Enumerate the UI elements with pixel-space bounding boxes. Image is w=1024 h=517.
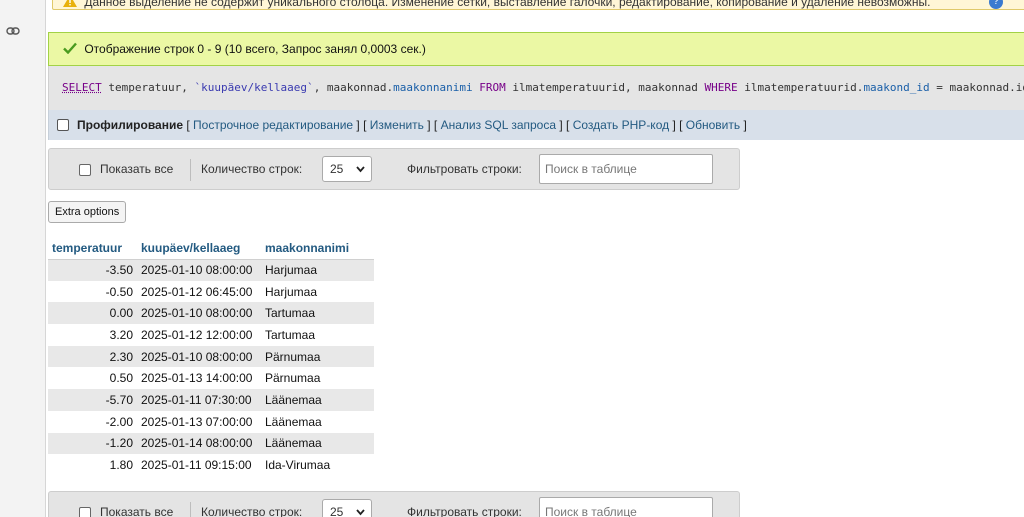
sql-field: maakond_id <box>863 81 930 94</box>
table-row: -0.50 2025-01-12 06:45:00 Harjumaa <box>48 280 374 303</box>
extra-options-button[interactable]: Extra options <box>48 201 127 223</box>
cell-county: Ida-Virumaa <box>261 454 374 476</box>
cell-datetime: 2025-01-11 09:15:00 <box>137 454 261 476</box>
sql-part: = maakonnad.id <box>929 81 1024 94</box>
cell-county: Harjumaa <box>261 259 374 281</box>
cell-temperatuur: 3.20 <box>48 324 137 346</box>
cell-datetime: 2025-01-14 08:00:00 <box>137 432 261 455</box>
cell-datetime: 2025-01-13 07:00:00 <box>137 410 261 433</box>
cell-datetime: 2025-01-13 14:00:00 <box>137 367 261 390</box>
cell-county: Läänemaa <box>261 389 374 411</box>
table-row: 2.30 2025-01-10 08:00:00 Pärnumaa <box>48 345 374 368</box>
divider <box>190 502 191 517</box>
cell-county: Pärnumaa <box>261 345 374 368</box>
cell-temperatuur: 2.30 <box>48 345 137 368</box>
sql-part: , maakonnad. <box>313 81 394 94</box>
refresh-link[interactable]: Обновить <box>686 118 740 132</box>
divider <box>190 159 191 181</box>
filter-rows-input[interactable] <box>539 154 713 184</box>
warning-icon <box>63 0 77 7</box>
sql-part: ilmatemperatuurid, maakonnad <box>505 81 705 94</box>
rows-count-value: 25 <box>330 505 344 517</box>
sql-from-keyword: FROM <box>472 81 506 94</box>
sql-part: ilmatemperatuurid. <box>737 81 864 94</box>
table-navigation-bottom: Показать все Количество строк: 25 Фильтр… <box>48 491 740 517</box>
query-success-message: Отображение строк 0 - 9 (10 всего, Запро… <box>48 32 1024 66</box>
sql-query-box[interactable]: SELECT temperatuur, `kuupäev/kellaaeg`, … <box>48 66 1024 110</box>
filter-rows-label: Фильтровать строки: <box>407 505 522 517</box>
inline-edit-link[interactable]: Построчное редактирование <box>193 118 353 132</box>
rows-count-value: 25 <box>330 162 344 176</box>
show-all-label[interactable]: Показать все <box>100 505 173 517</box>
cell-datetime: 2025-01-10 08:00:00 <box>137 259 261 281</box>
sql-quoted-column: `kuupäev/kellaaeg` <box>194 81 314 94</box>
table-row: 0.50 2025-01-13 14:00:00 Pärnumaa <box>48 367 374 390</box>
success-text: Отображение строк 0 - 9 (10 всего, Запро… <box>84 42 426 56</box>
table-row: -1.20 2025-01-14 08:00:00 Läänemaa <box>48 432 374 455</box>
column-header-temperatuur[interactable]: temperatuur <box>48 238 137 260</box>
profiling-bar: Профилирование [ Построчное редактирован… <box>48 110 1024 140</box>
show-all-label[interactable]: Показать все <box>100 162 173 176</box>
profiling-label: Профилирование <box>77 118 184 132</box>
column-header-kuupaev-kellaaeg[interactable]: kuupäev/kellaaeg <box>137 238 261 260</box>
profiling-checkbox[interactable] <box>57 119 69 131</box>
cell-temperatuur: -0.50 <box>48 280 137 303</box>
edit-link[interactable]: Изменить <box>370 118 424 132</box>
sql-part: temperatuur, <box>101 81 195 94</box>
rows-count-label: Количество строк: <box>201 162 303 176</box>
chevron-down-icon <box>356 166 365 173</box>
cell-datetime: 2025-01-10 08:00:00 <box>137 302 261 325</box>
chevron-down-icon <box>356 509 365 516</box>
table-row: -2.00 2025-01-13 07:00:00 Läänemaa <box>48 410 374 433</box>
filter-rows-label: Фильтровать строки: <box>407 162 522 176</box>
cell-temperatuur: 1.80 <box>48 454 137 476</box>
results-table: temperatuur kuupäev/kellaaeg maakonnanim… <box>48 238 374 476</box>
rows-count-label: Количество строк: <box>201 505 303 517</box>
table-row: 3.20 2025-01-12 12:00:00 Tartumaa <box>48 324 374 346</box>
cell-temperatuur: 0.50 <box>48 367 137 390</box>
cell-temperatuur: -2.00 <box>48 410 137 433</box>
rows-count-select[interactable]: 25 <box>322 156 372 182</box>
warning-text: Данное выделение не содержит уникального… <box>84 0 931 9</box>
analyze-sql-link[interactable]: Анализ SQL запроса <box>441 118 556 132</box>
sql-select-keyword[interactable]: SELECT <box>62 81 102 94</box>
cell-county: Pärnumaa <box>261 367 374 390</box>
cell-temperatuur: -5.70 <box>48 389 137 411</box>
cell-county: Tartumaa <box>261 324 374 346</box>
table-row: -3.50 2025-01-10 08:00:00 Harjumaa <box>48 259 374 281</box>
table-navigation-top: Показать все Количество строк: 25 Фильтр… <box>48 148 740 190</box>
cell-datetime: 2025-01-12 06:45:00 <box>137 280 261 303</box>
check-icon <box>63 42 77 54</box>
cell-datetime: 2025-01-12 12:00:00 <box>137 324 261 346</box>
help-icon[interactable]: ? <box>989 0 1003 9</box>
cell-county: Läänemaa <box>261 432 374 455</box>
no-unique-column-warning: Данное выделение не содержит уникального… <box>52 0 1024 10</box>
table-row: 0.00 2025-01-10 08:00:00 Tartumaa <box>48 302 374 325</box>
table-row: -5.70 2025-01-11 07:30:00 Läänemaa <box>48 389 374 411</box>
sql-field: maakonnanimi <box>393 81 473 94</box>
show-all-checkbox[interactable] <box>79 164 91 176</box>
rows-count-select[interactable]: 25 <box>322 499 372 517</box>
cell-datetime: 2025-01-10 08:00:00 <box>137 345 261 368</box>
table-header-row: temperatuur kuupäev/kellaaeg maakonnanim… <box>48 238 374 260</box>
column-header-maakonnanimi[interactable]: maakonnanimi <box>261 238 374 260</box>
table-row: 1.80 2025-01-11 09:15:00 Ida-Virumaa <box>48 454 374 476</box>
cell-county: Läänemaa <box>261 410 374 433</box>
sql-where-keyword: WHERE <box>704 81 738 94</box>
create-php-code-link[interactable]: Создать PHP-код <box>573 118 669 132</box>
show-all-checkbox[interactable] <box>79 507 91 517</box>
left-navigation-rail <box>0 0 46 517</box>
cell-temperatuur: -1.20 <box>48 432 137 455</box>
link-icon[interactable] <box>6 26 20 36</box>
cell-temperatuur: 0.00 <box>48 302 137 325</box>
filter-rows-input[interactable] <box>539 497 713 517</box>
cell-datetime: 2025-01-11 07:30:00 <box>137 389 261 411</box>
cell-temperatuur: -3.50 <box>48 259 137 281</box>
cell-county: Harjumaa <box>261 280 374 303</box>
cell-county: Tartumaa <box>261 302 374 325</box>
